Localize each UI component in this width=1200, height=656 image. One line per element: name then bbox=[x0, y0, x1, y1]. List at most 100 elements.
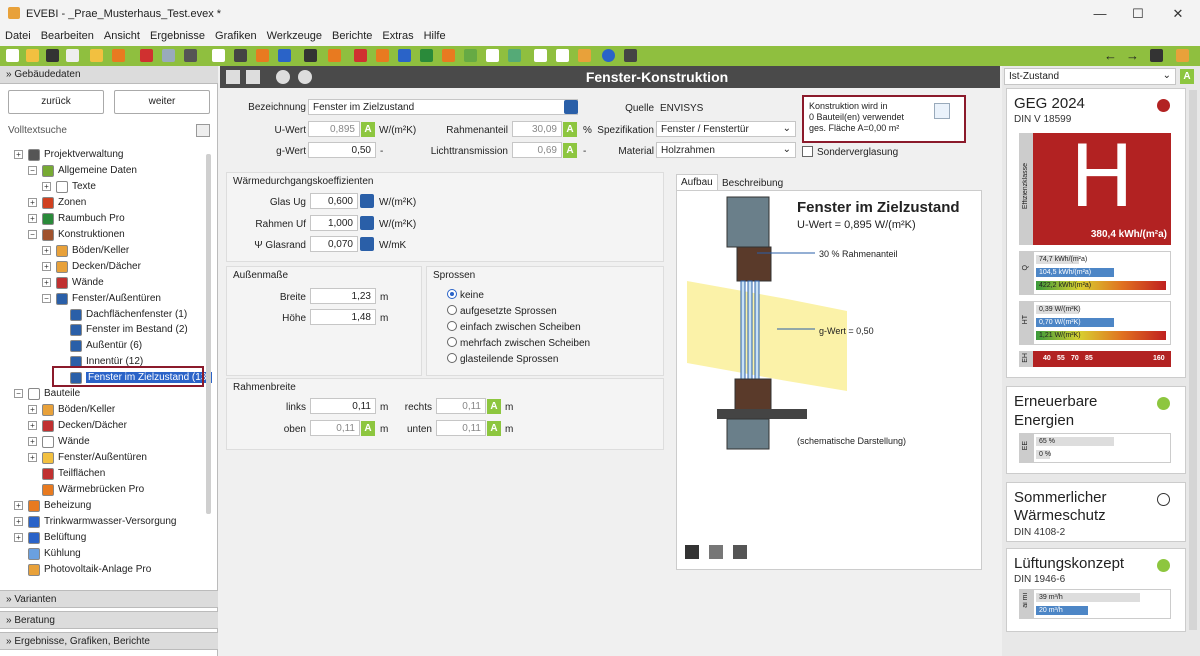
panel-icon[interactable] bbox=[508, 49, 521, 62]
calc-icon[interactable] bbox=[534, 49, 547, 62]
minimize-button[interactable]: — bbox=[1090, 6, 1110, 21]
refresh-icon[interactable] bbox=[934, 103, 950, 119]
menu-hilfe[interactable]: Hilfe bbox=[419, 28, 451, 44]
doc-icon[interactable] bbox=[212, 49, 225, 62]
save-icon[interactable] bbox=[46, 49, 59, 62]
rechts-input[interactable]: 0,11 bbox=[436, 398, 486, 414]
menu-bearbeiten[interactable]: Bearbeiten bbox=[36, 28, 99, 44]
rahmenanteil-input[interactable]: 30,09 bbox=[512, 121, 562, 137]
expand-icon[interactable]: + bbox=[28, 421, 37, 431]
sum-icon[interactable] bbox=[256, 49, 269, 62]
folder-up-icon[interactable] bbox=[90, 49, 103, 62]
auto-badge[interactable]: A bbox=[361, 122, 375, 137]
house-icon[interactable] bbox=[486, 49, 499, 62]
menu-berichte[interactable]: Berichte bbox=[327, 28, 377, 44]
licht-input[interactable]: 0,69 bbox=[512, 142, 562, 158]
tree-item[interactable]: + Belüftung bbox=[0, 530, 210, 546]
tree-item[interactable]: − Konstruktionen bbox=[0, 227, 210, 243]
menu-extras[interactable]: Extras bbox=[377, 28, 418, 44]
menu-grafiken[interactable]: Grafiken bbox=[210, 28, 262, 44]
tree-item[interactable]: + Fenster/Außentüren bbox=[0, 450, 210, 466]
list-icon[interactable] bbox=[328, 49, 341, 62]
edit-icon[interactable] bbox=[360, 194, 374, 208]
filter-icon[interactable] bbox=[196, 124, 210, 137]
auto-badge[interactable]: A bbox=[487, 399, 501, 414]
collapse-icon[interactable]: − bbox=[42, 293, 51, 303]
tab-aufbau[interactable]: Aufbau bbox=[676, 174, 718, 190]
menu-werkzeuge[interactable]: Werkzeuge bbox=[262, 28, 327, 44]
spez-select[interactable]: Fenster / Fenstertür ⌄ bbox=[656, 121, 796, 137]
exit-icon[interactable] bbox=[1150, 49, 1163, 62]
wand-icon[interactable] bbox=[184, 49, 197, 62]
panel-header-ergebnisse[interactable]: » Ergebnisse, Grafiken, Berichte bbox=[0, 632, 218, 650]
expand-icon[interactable]: + bbox=[14, 150, 23, 159]
plant-icon[interactable] bbox=[464, 49, 477, 62]
tree-item[interactable]: − Bauteile bbox=[0, 386, 210, 402]
menu-ansicht[interactable]: Ansicht bbox=[99, 28, 145, 44]
maximize-button[interactable]: ☐ bbox=[1128, 6, 1148, 22]
undo-icon[interactable] bbox=[140, 49, 153, 62]
collapse-icon[interactable]: − bbox=[28, 229, 37, 239]
tree-item[interactable]: Teilflächen bbox=[0, 466, 210, 482]
right-scrollbar[interactable] bbox=[1189, 90, 1197, 630]
help-icon[interactable] bbox=[602, 49, 615, 62]
expand-icon[interactable]: + bbox=[14, 532, 23, 542]
tree-item[interactable]: Wärmebrücken Pro bbox=[0, 482, 210, 498]
state-select[interactable]: Ist-Zustand ⌄ bbox=[1004, 68, 1176, 85]
tree-item[interactable]: − Allgemeine Daten bbox=[0, 163, 210, 179]
auto-badge[interactable]: A bbox=[487, 421, 501, 436]
glas-input[interactable]: 0,600 bbox=[310, 193, 358, 209]
sun-icon[interactable] bbox=[442, 49, 455, 62]
expand-icon[interactable]: + bbox=[42, 261, 51, 271]
edit-icon[interactable] bbox=[360, 237, 374, 251]
redo-icon[interactable] bbox=[162, 49, 175, 62]
radio-einfach[interactable] bbox=[447, 321, 457, 331]
expand-icon[interactable]: + bbox=[42, 181, 51, 191]
radio-aufgesetzt[interactable] bbox=[447, 305, 457, 315]
expand-icon[interactable]: + bbox=[28, 453, 37, 463]
edit-icon[interactable] bbox=[564, 100, 578, 114]
radio-glasteilend[interactable] bbox=[447, 353, 457, 363]
phone-icon[interactable] bbox=[624, 49, 637, 62]
radio-mehrfach[interactable] bbox=[447, 337, 457, 347]
tree-item[interactable]: + Beheizung bbox=[0, 498, 210, 514]
tree-item[interactable]: + Texte bbox=[0, 179, 210, 195]
menu-ergebnisse[interactable]: Ergebnisse bbox=[145, 28, 210, 44]
tree-item[interactable]: Kühlung bbox=[0, 546, 210, 562]
back-button[interactable]: zurück bbox=[8, 90, 104, 114]
tree-item[interactable]: + Böden/Keller bbox=[0, 402, 210, 418]
tree-item[interactable]: + Projektverwaltung bbox=[0, 147, 210, 163]
hoehe-input[interactable]: 1,48 bbox=[310, 309, 376, 325]
sonder-checkbox[interactable] bbox=[802, 146, 813, 157]
tree-item[interactable]: + Decken/Dächer bbox=[0, 418, 210, 434]
tree-icon[interactable] bbox=[234, 49, 247, 62]
expand-icon[interactable]: + bbox=[42, 245, 51, 255]
material-select[interactable]: Holzrahmen ⌄ bbox=[656, 142, 796, 158]
unten-input[interactable]: 0,11 bbox=[436, 420, 486, 436]
folder-icon[interactable] bbox=[112, 49, 125, 62]
database-save-icon[interactable] bbox=[298, 70, 312, 84]
tab-beschreibung[interactable]: Beschreibung bbox=[718, 176, 787, 191]
forward-arrow-icon[interactable]: → bbox=[1126, 48, 1139, 63]
breite-input[interactable]: 1,23 bbox=[310, 288, 376, 304]
open-icon[interactable] bbox=[26, 49, 39, 62]
copy-icon[interactable] bbox=[709, 545, 723, 559]
tree-item[interactable]: + Raumbuch Pro bbox=[0, 211, 210, 227]
graph-icon[interactable] bbox=[578, 49, 591, 62]
print-icon[interactable] bbox=[733, 545, 747, 559]
tree-item[interactable]: + Trinkwarmwasser-Versorgung bbox=[0, 514, 210, 530]
print-icon[interactable] bbox=[66, 49, 79, 62]
panel-header-beratung[interactable]: » Beratung bbox=[0, 611, 218, 629]
window-icon[interactable] bbox=[398, 49, 411, 62]
panel-header-gebaeudedaten[interactable]: » Gebäudedaten bbox=[0, 66, 218, 84]
auto-badge[interactable]: A bbox=[563, 143, 577, 158]
expand-icon[interactable]: + bbox=[28, 437, 37, 447]
auto-badge[interactable]: A bbox=[563, 122, 577, 137]
rahmen-input[interactable]: 1,000 bbox=[310, 215, 358, 231]
expand-icon[interactable]: + bbox=[28, 213, 37, 223]
uwert-input[interactable]: 0,895 bbox=[308, 121, 360, 137]
expand-icon[interactable]: + bbox=[14, 500, 23, 510]
oben-input[interactable]: 0,11 bbox=[310, 420, 360, 436]
expand-icon[interactable]: + bbox=[14, 516, 23, 526]
chart-icon[interactable] bbox=[556, 49, 569, 62]
